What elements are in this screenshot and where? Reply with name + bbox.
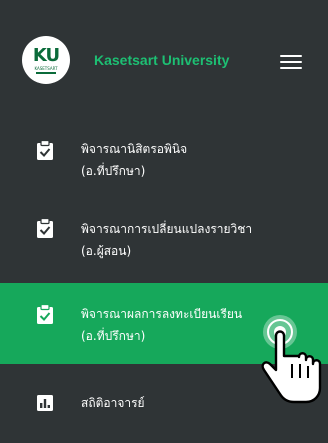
clipboard-check-icon (37, 140, 53, 160)
menu-item-title: พิจารณานิสิตรอพินิจ (81, 142, 188, 156)
menu-item-title: พิจารณาผลการลงทะเบียนเรียน (81, 307, 243, 321)
hand-pointer-cursor-icon (261, 315, 322, 404)
menu-item-title: พิจารณาการเปลี่ยนแปลงรายวิชา (81, 222, 253, 236)
logo-bar (36, 71, 56, 74)
sidebar-header: KU KASETSART Kasetsart University (0, 0, 328, 118)
hamburger-menu-icon[interactable] (280, 54, 302, 70)
menu-item-subtitle: (อ.ที่ปรึกษา) (81, 164, 146, 178)
brand-name[interactable]: Kasetsart University (94, 52, 229, 68)
bar-chart-icon (37, 395, 53, 411)
logo-subtext: KASETSART (34, 65, 58, 71)
university-logo[interactable]: KU KASETSART (22, 36, 70, 84)
menu-item-probation-review[interactable]: พิจารณานิสิตรอพินิจ (อ.ที่ปรึกษา) (0, 128, 328, 196)
menu-item-course-change-review[interactable]: พิจารณาการเปลี่ยนแปลงรายวิชา (อ.ผู้สอน) (0, 206, 328, 276)
logo-text: KU (32, 44, 60, 66)
menu-item-label: พิจารณาการเปลี่ยนแปลงรายวิชา (อ.ผู้สอน) (81, 218, 252, 262)
clipboard-check-icon (37, 218, 53, 238)
menu-item-title: สถิติอาจารย์ (81, 396, 145, 410)
menu-item-label: พิจารณาผลการลงทะเบียนเรียน (อ.ที่ปรึกษา) (81, 303, 242, 347)
menu-item-label: พิจารณานิสิตรอพินิจ (อ.ที่ปรึกษา) (81, 138, 187, 182)
sidebar: KU KASETSART Kasetsart University พิจารณ… (0, 0, 328, 443)
menu-item-subtitle: (อ.ที่ปรึกษา) (81, 329, 146, 343)
menu-item-label: สถิติอาจารย์ (81, 392, 145, 414)
menu-item-subtitle: (อ.ผู้สอน) (81, 244, 132, 258)
clipboard-check-icon (37, 304, 53, 324)
